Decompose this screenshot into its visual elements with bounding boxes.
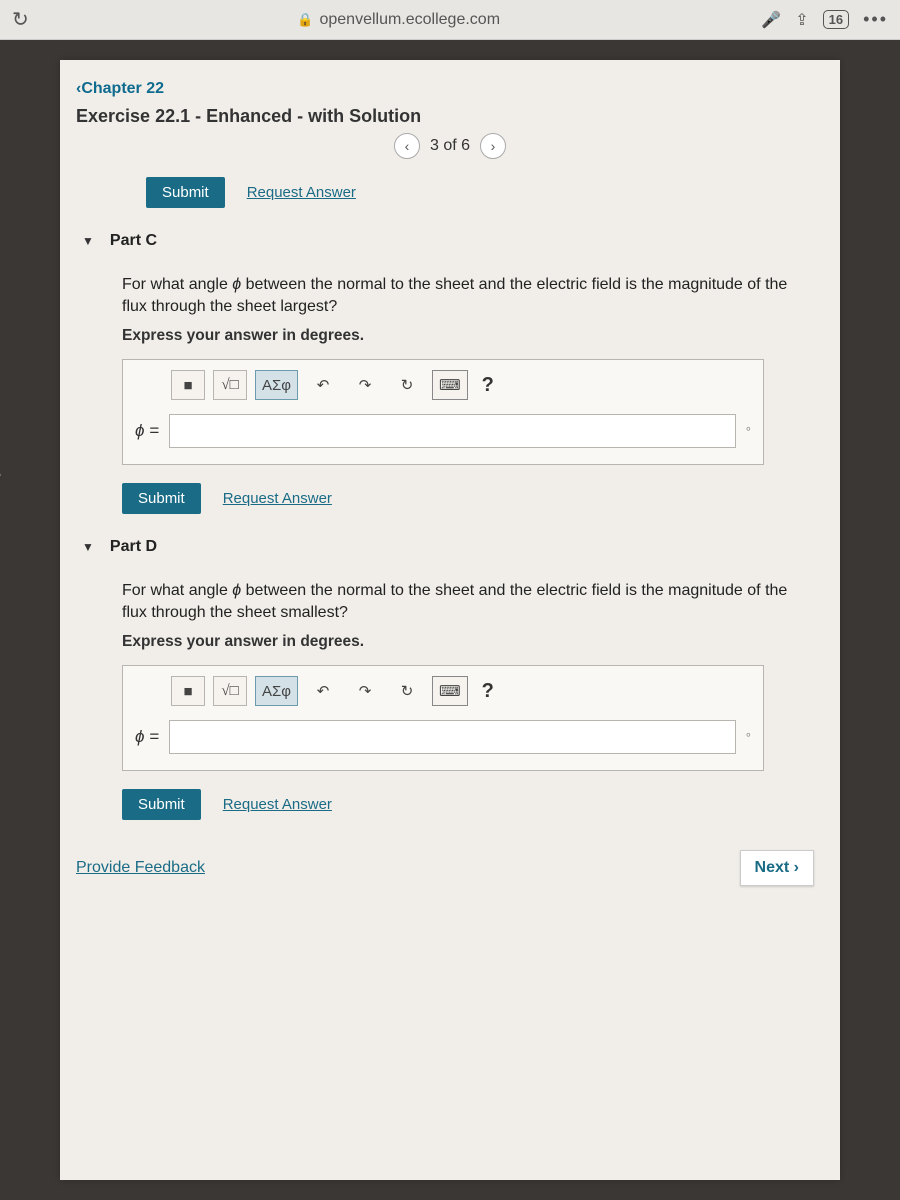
part-d-instruction: Express your answer in degrees. <box>122 633 814 651</box>
sqrt-button[interactable]: √□ <box>213 370 247 400</box>
collapse-icon: ▼ <box>82 540 94 554</box>
share-icon[interactable]: ⇪ <box>795 10 808 30</box>
browser-toolbar: ↻ 🔒 openvellum.ecollege.com 🎤 ⇪ 16 ••• <box>0 0 900 40</box>
part-c-header[interactable]: ▼ Part C <box>82 232 824 250</box>
chapter-label: Chapter 22 <box>81 80 164 97</box>
phi-symbol: ϕ <box>232 276 241 293</box>
top-submit-row: Submit Request Answer <box>146 177 824 208</box>
equation-toolbar: ■ √□ ΑΣφ ↶ ↷ ↻ ⌨ ? <box>171 370 751 400</box>
greek-button[interactable]: ΑΣφ <box>255 676 298 706</box>
keyboard-button[interactable]: ⌨ <box>432 676 468 706</box>
greek-button[interactable]: ΑΣφ <box>255 370 298 400</box>
help-button[interactable]: ? <box>476 680 500 703</box>
request-answer-link[interactable]: Request Answer <box>223 490 332 507</box>
request-answer-link[interactable]: Request Answer <box>247 184 356 201</box>
next-button[interactable]: Next › <box>740 850 814 886</box>
footer-row: Provide Feedback Next › <box>76 850 814 886</box>
redo-button[interactable]: ↷ <box>348 370 382 400</box>
variable-label: ϕ = <box>135 421 159 441</box>
page-content: ‹Chapter 22 Exercise 22.1 - Enhanced - w… <box>60 60 840 1180</box>
breadcrumb[interactable]: ‹Chapter 22 <box>76 80 824 98</box>
keyboard-button[interactable]: ⌨ <box>432 370 468 400</box>
variable-label: ϕ = <box>135 727 159 747</box>
refresh-icon[interactable]: ↻ <box>12 7 36 32</box>
lock-icon: 🔒 <box>297 12 313 28</box>
pager-prev-button[interactable]: ‹ <box>394 133 420 159</box>
redo-button[interactable]: ↷ <box>348 676 382 706</box>
device-frame: › ‹Chapter 22 Exercise 22.1 - Enhanced -… <box>0 40 900 1200</box>
part-c-answer-input[interactable] <box>169 414 736 448</box>
part-d-header[interactable]: ▼ Part D <box>82 538 824 556</box>
help-button[interactable]: ? <box>476 374 500 397</box>
pager-status: 3 of 6 <box>430 137 470 155</box>
part-label: Part D <box>110 538 157 556</box>
submit-button[interactable]: Submit <box>146 177 225 208</box>
undo-button[interactable]: ↶ <box>306 676 340 706</box>
more-icon[interactable]: ••• <box>863 9 888 30</box>
edge-chevron-icon: › <box>0 460 2 488</box>
part-d-question: For what angle ϕ between the normal to t… <box>122 580 814 623</box>
reset-button[interactable]: ↻ <box>390 370 424 400</box>
collapse-icon: ▼ <box>82 234 94 248</box>
submit-button[interactable]: Submit <box>122 789 201 820</box>
undo-button[interactable]: ↶ <box>306 370 340 400</box>
unit-degree: ° <box>746 424 751 439</box>
templates-button[interactable]: ■ <box>171 370 205 400</box>
part-d-answer-box: ■ √□ ΑΣφ ↶ ↷ ↻ ⌨ ? ϕ = ° <box>122 665 764 771</box>
unit-degree: ° <box>746 730 751 745</box>
url-bar[interactable]: 🔒 openvellum.ecollege.com <box>46 11 751 29</box>
submit-button[interactable]: Submit <box>122 483 201 514</box>
tab-count[interactable]: 16 <box>823 10 849 29</box>
part-c-question: For what angle ϕ between the normal to t… <box>122 274 814 317</box>
part-d-submit-row: Submit Request Answer <box>122 789 824 820</box>
pager: ‹ 3 of 6 › <box>76 133 824 159</box>
equation-toolbar: ■ √□ ΑΣφ ↶ ↷ ↻ ⌨ ? <box>171 676 751 706</box>
part-c-answer-box: ■ √□ ΑΣφ ↶ ↷ ↻ ⌨ ? ϕ = ° <box>122 359 764 465</box>
part-c-input-row: ϕ = ° <box>135 414 751 448</box>
part-d-answer-input[interactable] <box>169 720 736 754</box>
part-label: Part C <box>110 232 157 250</box>
exercise-title: Exercise 22.1 - Enhanced - with Solution <box>76 106 824 127</box>
request-answer-link[interactable]: Request Answer <box>223 796 332 813</box>
provide-feedback-link[interactable]: Provide Feedback <box>76 859 205 877</box>
part-c-instruction: Express your answer in degrees. <box>122 327 814 345</box>
url-text: openvellum.ecollege.com <box>319 11 500 29</box>
sqrt-button[interactable]: √□ <box>213 676 247 706</box>
part-d-input-row: ϕ = ° <box>135 720 751 754</box>
mic-icon[interactable]: 🎤 <box>761 10 781 30</box>
part-c-submit-row: Submit Request Answer <box>122 483 824 514</box>
pager-next-button[interactable]: › <box>480 133 506 159</box>
reset-button[interactable]: ↻ <box>390 676 424 706</box>
phi-symbol: ϕ <box>232 582 241 599</box>
templates-button[interactable]: ■ <box>171 676 205 706</box>
